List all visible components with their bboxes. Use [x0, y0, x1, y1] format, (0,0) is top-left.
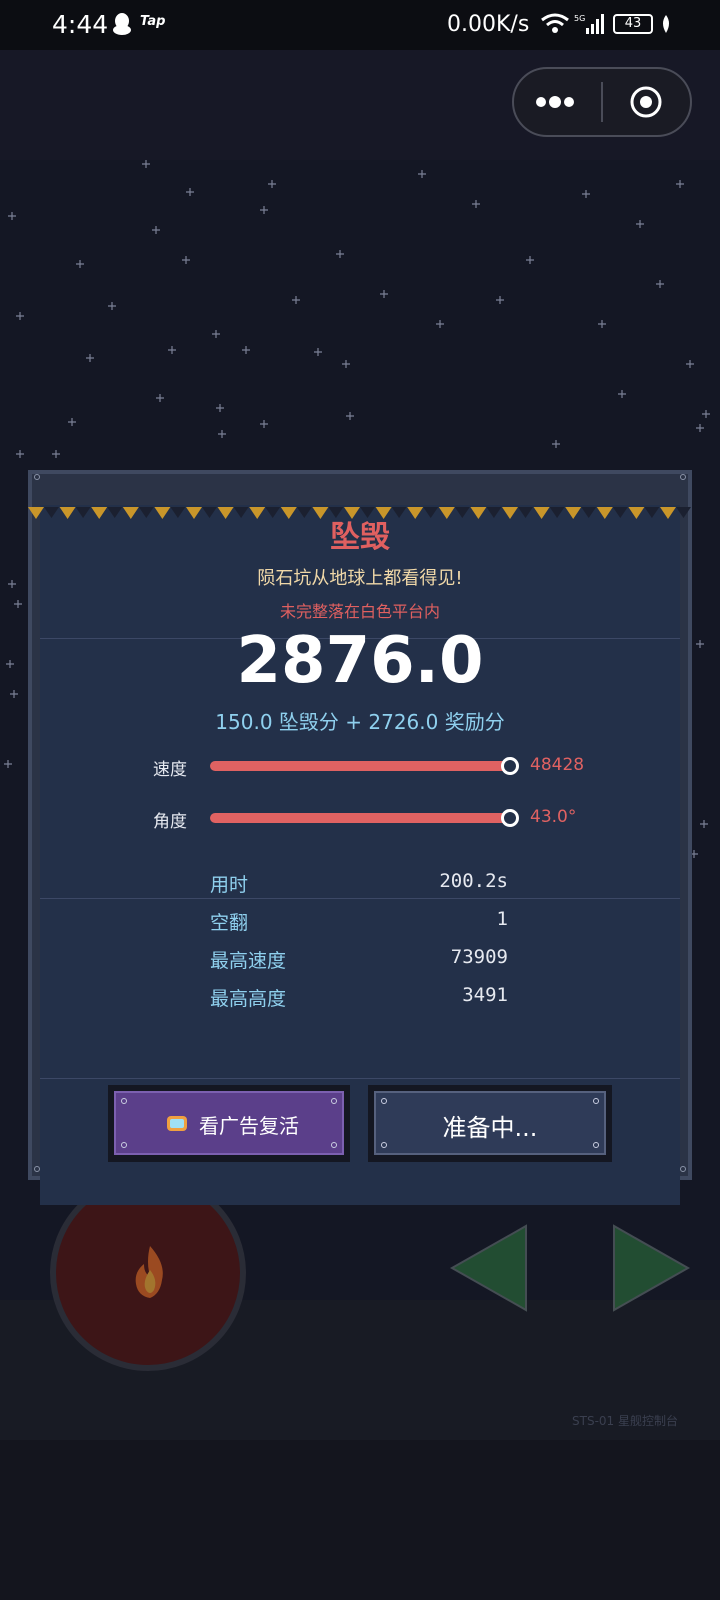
- stat-value-max-height: 3491: [462, 984, 508, 1006]
- network-speed: 0.00K/s: [447, 12, 530, 37]
- angle-bar-knob: [501, 809, 519, 827]
- battery-icon: 43: [613, 14, 653, 34]
- signal-icon: 5G: [574, 14, 604, 34]
- angle-label: 角度: [153, 812, 187, 832]
- rivet: [680, 474, 686, 480]
- stat-value-flips: 1: [496, 908, 508, 930]
- speed-bar-fill: [210, 761, 510, 771]
- stat-label-time: 用时: [210, 874, 249, 896]
- left-arrow-icon[interactable]: [448, 1222, 534, 1314]
- angle-bar: [210, 809, 519, 827]
- rivet: [121, 1142, 127, 1148]
- stat-label-max-height: 最高高度: [210, 988, 287, 1010]
- total-score: 2876.0: [236, 624, 484, 698]
- speed-label: 速度: [153, 760, 187, 780]
- stat-value-time: 200.2s: [439, 870, 508, 892]
- battery-level: 43: [624, 16, 642, 31]
- speed-value: 48428: [530, 755, 585, 775]
- flame-icon: [135, 1246, 163, 1298]
- tap-app-icon: Tap: [140, 14, 166, 29]
- rivet: [593, 1098, 599, 1104]
- rivet: [680, 1166, 686, 1172]
- watch-ad-label: 看广告复活: [199, 1114, 299, 1138]
- stat-value-max-speed: 73909: [450, 946, 508, 968]
- target-circle-icon[interactable]: [630, 86, 662, 118]
- speed-bar: [210, 757, 519, 775]
- leaf-icon: [663, 15, 669, 33]
- divider: [40, 1078, 680, 1079]
- right-arrow-icon[interactable]: [606, 1222, 692, 1314]
- watch-ad-revive-button[interactable]: 看广告复活: [114, 1091, 344, 1155]
- rivet: [593, 1142, 599, 1148]
- rivet: [381, 1098, 387, 1104]
- crash-reason: 未完整落在白色平台内: [279, 602, 440, 621]
- stat-label-max-speed: 最高速度: [210, 950, 287, 972]
- console-label: STS-01 星舰控制台: [572, 1414, 678, 1428]
- ready-button[interactable]: 准备中...: [374, 1091, 606, 1155]
- result-subtitle: 陨石坑从地球上都看得见!: [257, 568, 463, 589]
- network-type: 5G: [574, 14, 585, 23]
- bottom-blank-area: [0, 1440, 720, 1600]
- divider: [40, 898, 680, 899]
- status-time: 4:44: [52, 10, 109, 39]
- result-title: 坠毁: [330, 520, 390, 555]
- status-bar: 4:44 Tap 0.00K/s 5G 43: [0, 0, 720, 50]
- score-breakdown: 150.0 坠毁分 + 2726.0 奖励分: [215, 710, 505, 734]
- qq-penguin-icon: [113, 13, 131, 35]
- more-dots-icon[interactable]: [535, 96, 575, 108]
- angle-value: 43.0°: [530, 807, 577, 827]
- speed-bar-knob: [501, 757, 519, 775]
- capsule-divider: [601, 82, 603, 122]
- rivet: [34, 474, 40, 480]
- rivet: [34, 1166, 40, 1172]
- rivet: [121, 1098, 127, 1104]
- rivet: [381, 1142, 387, 1148]
- stat-label-flips: 空翻: [210, 912, 249, 934]
- rivet: [331, 1098, 337, 1104]
- rivet: [331, 1142, 337, 1148]
- wifi-icon: [541, 13, 569, 33]
- angle-bar-fill: [210, 813, 510, 823]
- ready-label: 准备中...: [442, 1114, 538, 1142]
